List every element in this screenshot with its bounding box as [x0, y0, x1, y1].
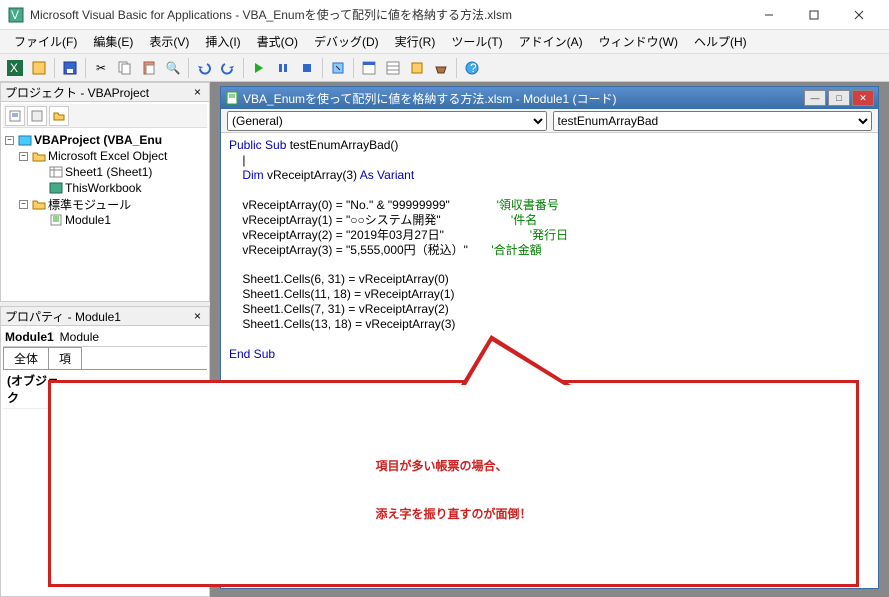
tree-sheet1[interactable]: Sheet1 (Sheet1) [65, 165, 152, 179]
menu-bar: ファイル(F) 編集(E) 表示(V) 挿入(I) 書式(O) デバッグ(D) … [0, 30, 889, 54]
menu-tools[interactable]: ツール(T) [443, 31, 510, 52]
redo-icon[interactable] [217, 57, 239, 79]
menu-debug[interactable]: デバッグ(D) [306, 31, 387, 52]
window-title: Microsoft Visual Basic for Applications … [30, 6, 746, 23]
run-icon[interactable] [248, 57, 270, 79]
menu-insert[interactable]: 挿入(I) [197, 31, 248, 52]
properties-object-name: Module1 [5, 330, 54, 344]
menu-window[interactable]: ウィンドウ(W) [591, 31, 686, 52]
code-window-titlebar[interactable]: VBA_Enumを使って配列に値を格納する方法.xlsm - Module1 (… [221, 87, 878, 109]
code-close-button[interactable]: ✕ [852, 90, 874, 106]
cut-icon[interactable]: ✂ [90, 57, 112, 79]
menu-run[interactable]: 実行(R) [387, 31, 444, 52]
help-icon[interactable]: ? [461, 57, 483, 79]
svg-text:X: X [10, 61, 18, 75]
svg-text:?: ? [470, 61, 477, 75]
tree-root[interactable]: VBAProject (VBA_Enu [34, 133, 162, 147]
tree-std-modules[interactable]: 標準モジュール [48, 196, 131, 213]
window-titlebar: V Microsoft Visual Basic for Application… [0, 0, 889, 30]
project-tree[interactable]: −VBAProject (VBA_Enu −Microsoft Excel Ob… [3, 128, 207, 232]
properties-panel-title: プロパティ - Module1 [5, 308, 121, 325]
code-minimize-button[interactable]: — [804, 90, 826, 106]
menu-view[interactable]: 表示(V) [141, 31, 197, 52]
menu-addins[interactable]: アドイン(A) [511, 31, 591, 52]
properties-panel-header: プロパティ - Module1 × [0, 306, 210, 326]
toggle-folders-icon[interactable] [49, 106, 69, 126]
excel-icon[interactable]: X [4, 57, 26, 79]
menu-help[interactable]: ヘルプ(H) [686, 31, 755, 52]
toolbox-icon[interactable] [430, 57, 452, 79]
properties-panel-close-icon[interactable]: × [190, 309, 205, 323]
properties-object-type: Module [60, 330, 99, 344]
project-toolbar [3, 104, 207, 128]
code-maximize-button[interactable]: □ [828, 90, 850, 106]
save-icon[interactable] [59, 57, 81, 79]
menu-edit[interactable]: 編集(E) [85, 31, 141, 52]
reset-icon[interactable] [296, 57, 318, 79]
properties-tab-categorized[interactable]: 項 [48, 347, 82, 369]
tree-excel-objects[interactable]: Microsoft Excel Object [48, 149, 167, 163]
view-code-icon[interactable] [5, 106, 25, 126]
tree-module1[interactable]: Module1 [65, 213, 111, 227]
properties-icon[interactable] [382, 57, 404, 79]
project-panel-title: プロジェクト - VBAProject [5, 84, 149, 101]
menu-file[interactable]: ファイル(F) [6, 31, 85, 52]
close-button[interactable] [836, 0, 881, 29]
view-object-icon[interactable] [27, 106, 47, 126]
properties-tab-all[interactable]: 全体 [3, 347, 49, 369]
svg-text:V: V [11, 8, 19, 22]
app-icon: V [8, 7, 24, 23]
design-mode-icon[interactable] [327, 57, 349, 79]
project-panel-close-icon[interactable]: × [190, 85, 205, 99]
project-explorer-icon[interactable] [358, 57, 380, 79]
annotation-callout: 項目が多い帳票の場合、 添え字を振り直すのが面倒！ [48, 380, 859, 587]
tree-thisworkbook[interactable]: ThisWorkbook [65, 181, 141, 195]
find-icon[interactable]: 🔍 [162, 57, 184, 79]
break-icon[interactable] [272, 57, 294, 79]
code-window-title: VBA_Enumを使って配列に値を格納する方法.xlsm - Module1 (… [243, 90, 616, 107]
minimize-button[interactable] [746, 0, 791, 29]
project-panel-header: プロジェクト - VBAProject × [0, 82, 210, 102]
object-browser-icon[interactable] [406, 57, 428, 79]
module-icon [225, 91, 239, 105]
main-toolbar: X ✂ 🔍 ? [0, 54, 889, 82]
insert-module-icon[interactable] [28, 57, 50, 79]
maximize-button[interactable] [791, 0, 836, 29]
paste-icon[interactable] [138, 57, 160, 79]
menu-format[interactable]: 書式(O) [249, 31, 306, 52]
object-dropdown[interactable]: (General) [227, 111, 547, 131]
undo-icon[interactable] [193, 57, 215, 79]
procedure-dropdown[interactable]: testEnumArrayBad [553, 111, 873, 131]
annotation-text: 項目が多い帳票の場合、 添え字を振り直すのが面倒！ [375, 436, 531, 531]
copy-icon[interactable] [114, 57, 136, 79]
